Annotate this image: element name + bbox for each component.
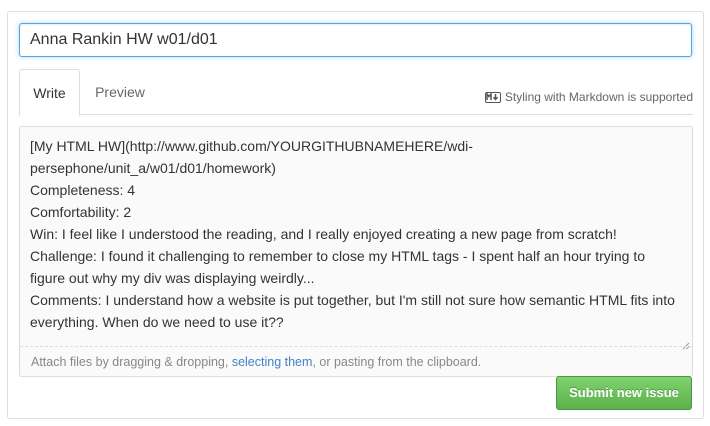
new-issue-form: Write Preview Styling with Markdown is s… [7, 11, 704, 419]
comment-editor: [My HTML HW](http://www.github.com/YOURG… [19, 126, 693, 377]
editor-tabs: Write Preview Styling with Markdown is s… [19, 69, 693, 116]
attach-files-bar[interactable]: Attach files by dragging & dropping, sel… [20, 346, 692, 376]
issue-title-input[interactable] [19, 23, 692, 57]
tab-preview[interactable]: Preview [81, 69, 159, 115]
markdown-icon [484, 92, 501, 103]
select-files-link[interactable]: selecting them [232, 355, 313, 369]
attach-prefix: Attach files by dragging & dropping, [31, 355, 232, 369]
attach-suffix: , or pasting from the clipboard. [312, 355, 482, 369]
markdown-note[interactable]: Styling with Markdown is supported [484, 89, 693, 105]
tab-write[interactable]: Write [19, 69, 80, 116]
issue-body-textarea[interactable]: [My HTML HW](http://www.github.com/YOURG… [30, 135, 685, 345]
markdown-note-text: Styling with Markdown is supported [504, 90, 693, 104]
submit-issue-button[interactable]: Submit new issue [556, 376, 692, 410]
